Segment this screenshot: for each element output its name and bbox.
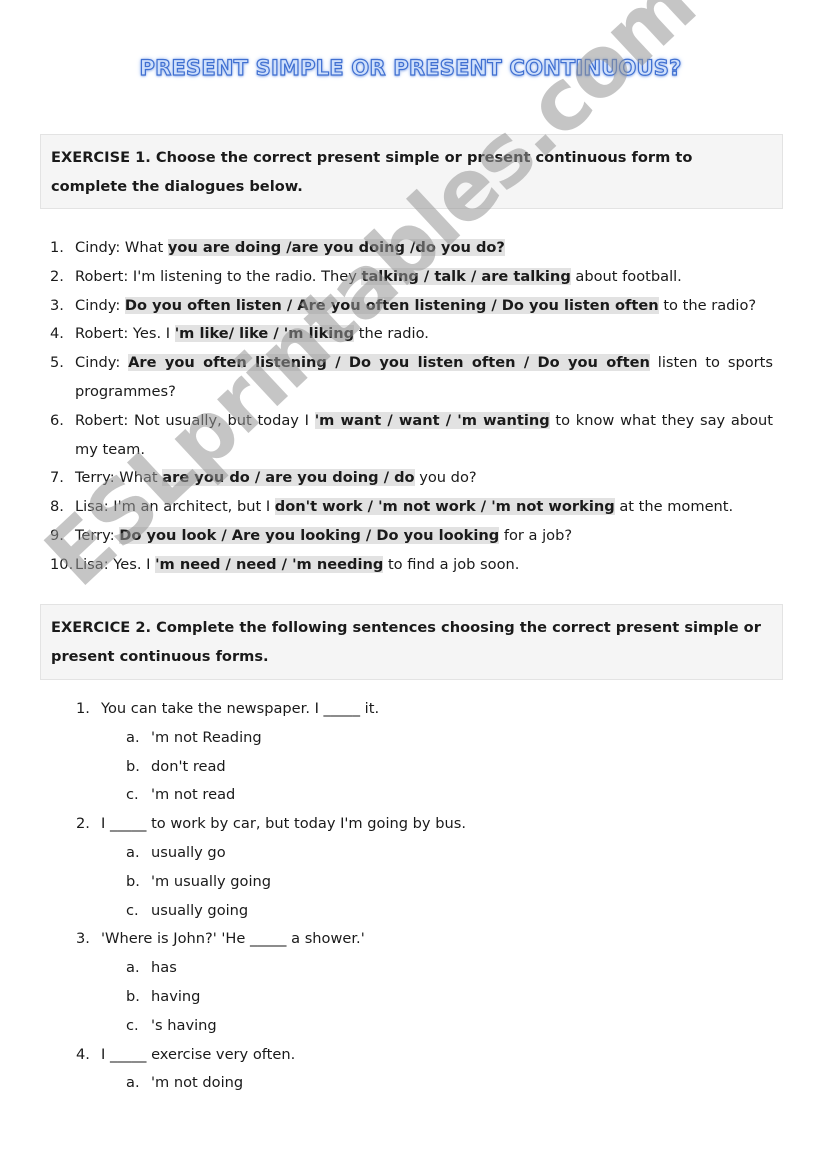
option: b. don't read (101, 753, 466, 782)
option: a. has (101, 954, 466, 983)
option-text: 'm usually going (151, 872, 272, 890)
item-choices: 'm like/ like / 'm liking (174, 325, 355, 343)
item-text: Robert: I'm listening to the radio. They (75, 267, 362, 285)
option-text: 'm not read (151, 786, 236, 804)
exercise-2-question: 4. I _____ exercise very often. a. 'm not … (76, 1041, 466, 1099)
exercise-1-item: 1. Cindy: What you are doing /are you doi… (50, 234, 773, 263)
item-choices: Do you look / Are you looking / Do you l… (119, 526, 500, 544)
exercise-2-question: 3. 'Where is John?' 'He _____ a shower.' … (76, 925, 466, 1040)
item-text: for a job? (499, 526, 573, 544)
option-text: usually go (151, 843, 226, 861)
item-number: 7. (50, 469, 64, 487)
item-text: to the radio? (658, 296, 757, 314)
options-list: a. 'm not Reading b. don't read c. 'm not r… (101, 724, 466, 810)
item-number: 10. (50, 555, 74, 573)
question-text: 'Where is John?' 'He _____ a shower.' (101, 930, 365, 948)
exercise-1-item: 10. Lisa: Yes. I 'm need / need / 'm need… (50, 551, 773, 580)
option-letter: c. (126, 901, 139, 919)
item-choices: are you do / are you doing / do (162, 469, 415, 487)
item-number: 3. (50, 296, 64, 314)
item-text: you do? (414, 469, 477, 487)
question-number: 4. (76, 1045, 90, 1063)
item-text: Cindy: What (75, 239, 168, 256)
option-letter: c. (126, 786, 139, 804)
item-number: 6. (50, 411, 64, 429)
option-letter: b. (126, 987, 140, 1005)
option-letter: c. (126, 1016, 139, 1034)
option: c. usually going (101, 897, 466, 926)
option: b. 'm usually going (101, 868, 466, 897)
option-text: 's having (151, 1016, 217, 1034)
exercise-2-list: 1. You can take the newspaper. I _____ it… (76, 695, 466, 1098)
option-text: 'm not doing (151, 1074, 244, 1092)
option-text: 'm not Reading (151, 728, 262, 746)
page-title: PRESENT SIMPLE OR PRESENT CONTINUOUS? (139, 55, 682, 80)
item-text: Lisa: I'm an architect, but I (75, 498, 275, 516)
question-text: I _____ exercise very often. (101, 1045, 296, 1063)
item-choices: 'm want / want / 'm wanting (314, 411, 550, 429)
exercise-1-item: 3. Cindy: Do you often listen / Are you o… (50, 292, 773, 321)
item-text: at the moment. (614, 498, 734, 516)
item-number: 4. (50, 325, 64, 343)
item-text: Lisa: Yes. I (75, 555, 156, 573)
exercise-1-item: 2. Robert: I'm listening to the radio. Th… (50, 263, 773, 292)
options-list: a. 'm not doing (101, 1069, 466, 1098)
option-text: having (151, 987, 201, 1005)
item-number: 9. (50, 526, 64, 544)
question-number: 2. (76, 815, 90, 833)
option: b. having (101, 983, 466, 1012)
exercise-1-item: 9. Terry: Do you look / Are you looking /… (50, 522, 773, 551)
option-text: don't read (151, 757, 226, 775)
exercise-1-item: 4. Robert: Yes. I 'm like/ like / 'm liki… (50, 320, 773, 349)
exercise-1-item: 6. Robert: Not usually, but today I 'm wa… (50, 407, 773, 465)
exercise-1-instruction: EXERCISE 1. Choose the correct present s… (40, 134, 783, 209)
item-text: about football. (570, 267, 682, 285)
exercise-2-instruction: EXERCICE 2. Complete the following sente… (40, 604, 783, 680)
item-text: Robert: Not usually, but today I (75, 411, 315, 429)
option: a. 'm not Reading (101, 724, 466, 753)
item-text: Cindy: (75, 296, 125, 314)
item-choices: Are you often listening / Do you listen … (128, 354, 650, 372)
item-number: 1. (50, 239, 64, 256)
item-choices: Do you often listen / Are you often list… (124, 296, 659, 314)
exercise-1-item: 5. Cindy: Are you often listening / Do yo… (50, 349, 773, 407)
item-text: Terry: What (75, 469, 163, 487)
exercise-1-list: 1. Cindy: What you are doing /are you doi… (50, 234, 773, 580)
option-letter: a. (126, 843, 140, 861)
option-letter: a. (126, 1074, 140, 1092)
exercise-1-item: 7. Terry: What are you do / are you doing… (50, 464, 773, 493)
item-text: Terry: (75, 526, 120, 544)
option-letter: b. (126, 872, 140, 890)
option: a. 'm not doing (101, 1069, 466, 1098)
option-letter: b. (126, 757, 140, 775)
options-list: a. has b. having c. 's having (101, 954, 466, 1040)
option: a. usually go (101, 839, 466, 868)
item-choices: you are doing /are you doing /do you do? (167, 239, 505, 256)
exercise-2-question: 1. You can take the newspaper. I _____ it… (76, 695, 466, 810)
item-number: 5. (50, 354, 64, 372)
question-number: 1. (76, 700, 90, 717)
option: c. 's having (101, 1012, 466, 1041)
item-choices: 'm need / need / 'm needing (155, 555, 384, 573)
option-letter: a. (126, 728, 140, 746)
question-text: You can take the newspaper. I _____ it. (101, 700, 380, 717)
exercise-1-item: 8. Lisa: I'm an architect, but I don't wo… (50, 493, 773, 522)
item-number: 2. (50, 267, 64, 285)
question-number: 3. (76, 930, 90, 948)
item-text: the radio. (354, 325, 429, 343)
item-number: 8. (50, 498, 64, 516)
exercise-2-question: 2. I _____ to work by car, but today I'm … (76, 810, 466, 925)
option-text: has (151, 959, 177, 977)
item-text: Robert: Yes. I (75, 325, 175, 343)
item-choices: talking / talk / are talking (361, 267, 571, 285)
option: c. 'm not read (101, 781, 466, 810)
options-list: a. usually go b. 'm usually going c. usuall… (101, 839, 466, 925)
item-text: Cindy: (75, 354, 129, 372)
option-letter: a. (126, 959, 140, 977)
item-text: to find a job soon. (383, 555, 520, 573)
option-text: usually going (151, 901, 249, 919)
question-text: I _____ to work by car, but today I'm go… (101, 815, 466, 833)
item-choices: don't work / 'm not work / 'm not workin… (274, 498, 615, 516)
